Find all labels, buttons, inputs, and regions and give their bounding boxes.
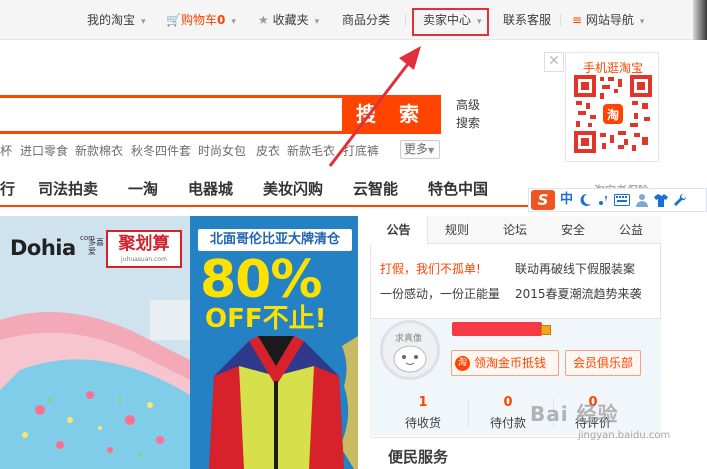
my-taobao-menu[interactable]: 我的淘宝 ▾ bbox=[87, 13, 146, 29]
nav-item-china-specialty[interactable]: 特色中国 bbox=[428, 178, 488, 199]
highlight-box bbox=[412, 8, 489, 36]
divider bbox=[405, 14, 406, 26]
juhuasuan-name: 聚划算 bbox=[118, 234, 170, 254]
service-section: 便民服务 bbox=[370, 437, 661, 469]
hot-word-link[interactable]: 时尚女包 bbox=[198, 142, 246, 159]
cart-count: 0 bbox=[216, 13, 226, 27]
more-button[interactable]: 更多▼ bbox=[400, 140, 440, 159]
hot-word-link[interactable]: 秋冬四件套 bbox=[131, 142, 191, 159]
juhuasuan-url: juhuasuan.com bbox=[121, 256, 167, 263]
discount-percent: 80% bbox=[200, 250, 322, 310]
brand-logo: Dohia bbox=[10, 236, 76, 260]
watermark-url: jingyan.baidu.com bbox=[578, 430, 671, 441]
customer-service-link[interactable]: 联系客服 bbox=[503, 13, 551, 27]
tab-security[interactable]: 安全 bbox=[544, 216, 602, 244]
avatar[interactable]: 求真像 bbox=[380, 320, 440, 380]
qr-code-image: 淘 bbox=[574, 75, 652, 153]
avatar-face-icon bbox=[393, 345, 427, 373]
star-icon: ★ bbox=[258, 13, 269, 27]
chevron-down-icon: ▼ bbox=[428, 146, 435, 155]
stat-label[interactable]: 待收货 bbox=[393, 414, 453, 431]
ime-toolbar: S 中 bbox=[528, 188, 707, 212]
chevron-down-icon: ▾ bbox=[639, 17, 645, 27]
notice-tabs: 公告 规则 论坛 安全 公益 bbox=[370, 216, 661, 245]
list-icon: ≡ bbox=[572, 13, 583, 27]
tab-announcement[interactable]: 公告 bbox=[370, 216, 428, 245]
nav-item[interactable]: 行 bbox=[0, 178, 15, 199]
chevron-down-icon: ▾ bbox=[141, 17, 146, 27]
categories-link[interactable]: 商品分类 bbox=[342, 13, 390, 27]
hot-word-link[interactable]: 杯 bbox=[0, 142, 12, 159]
qr-panel: 手机逛淘宝 淘 bbox=[565, 52, 659, 162]
brand-tag: 多喜爱 bbox=[88, 238, 104, 256]
user-icon[interactable] bbox=[635, 193, 649, 207]
site-nav-label: 网站导航 bbox=[585, 13, 634, 27]
news-link[interactable]: 联动再破线下假服装案 bbox=[515, 260, 635, 277]
language-toggle[interactable]: 中 bbox=[560, 190, 573, 210]
coin-icon: 淘 bbox=[455, 356, 470, 371]
shirt-icon[interactable] bbox=[654, 193, 669, 207]
keyboard-icon[interactable] bbox=[614, 194, 631, 206]
favorites-menu[interactable]: ★ 收藏夹 ▾ bbox=[258, 13, 319, 29]
close-icon[interactable]: ✕ bbox=[544, 52, 564, 72]
bedding-photo bbox=[0, 300, 190, 469]
sogou-logo-icon[interactable]: S bbox=[531, 190, 555, 210]
my-taobao-label: 我的淘宝 bbox=[87, 13, 136, 27]
window-edge bbox=[693, 0, 707, 40]
vip-badge-icon bbox=[541, 325, 551, 335]
cart-label: 购物车 bbox=[180, 13, 217, 27]
nav-item-cloud[interactable]: 云智能 bbox=[353, 178, 398, 199]
search-input[interactable] bbox=[0, 95, 342, 134]
news-link[interactable]: 打假，我们不孤单! bbox=[380, 260, 481, 277]
tab-charity[interactable]: 公益 bbox=[602, 216, 660, 244]
advanced-search-link[interactable]: 高级搜索 bbox=[456, 96, 486, 132]
tab-forum[interactable]: 论坛 bbox=[486, 216, 544, 244]
nav-item-judicial-auction[interactable]: 司法拍卖 bbox=[38, 178, 98, 199]
wrench-icon[interactable] bbox=[673, 193, 687, 207]
nav-item-appliance[interactable]: 电器城 bbox=[188, 178, 233, 199]
member-club-button[interactable]: 会员俱乐部 bbox=[565, 350, 641, 376]
qr-title: 手机逛淘宝 bbox=[582, 61, 643, 75]
discount-off-text: OFF不止! bbox=[205, 304, 327, 334]
search-button[interactable]: 搜 索 bbox=[342, 95, 441, 134]
stat-count[interactable]: 1 bbox=[398, 395, 448, 410]
hot-word-link[interactable]: 进口零食 bbox=[20, 142, 68, 159]
taobao-homepage: 我的淘宝 ▾ 🛒购物车0 ▾ ★ 收藏夹 ▾ 商品分类 卖家中心 ▾ 联系客服 ≡ 网站… bbox=[0, 0, 707, 469]
banner2-title: 北面哥伦比亚大牌清仓 bbox=[198, 229, 352, 251]
hot-word-link[interactable]: 新款毛衣 bbox=[287, 142, 335, 159]
stat-count[interactable]: 0 bbox=[483, 395, 533, 410]
divider bbox=[560, 14, 561, 26]
hot-word-link[interactable]: 新款棉衣 bbox=[75, 142, 123, 159]
site-nav-menu[interactable]: ≡ 网站导航 ▾ bbox=[572, 13, 644, 29]
tab-rules[interactable]: 规则 bbox=[428, 216, 486, 244]
hot-word-link[interactable]: 皮衣 bbox=[256, 142, 280, 159]
more-label: 更多 bbox=[404, 142, 429, 156]
news-link[interactable]: 一份感动，一份正能量 bbox=[380, 285, 500, 302]
nav-item-beauty[interactable]: 美妆闪购 bbox=[263, 178, 323, 199]
watermark-text: Bai 经验 bbox=[530, 402, 619, 426]
moon-icon[interactable] bbox=[578, 193, 592, 207]
jacket-photo bbox=[194, 336, 358, 469]
favorites-label: 收藏夹 bbox=[272, 13, 309, 27]
divider bbox=[468, 398, 469, 428]
chevron-down-icon: ▾ bbox=[314, 17, 320, 27]
service-title: 便民服务 bbox=[388, 448, 449, 466]
juhuasuan-logo: 聚划算 juhuasuan.com bbox=[106, 230, 182, 268]
news-link[interactable]: 2015春夏潮流趋势来袭 bbox=[515, 285, 642, 302]
spacer bbox=[358, 216, 370, 469]
punctuation-icon[interactable] bbox=[597, 193, 609, 207]
cart-link[interactable]: 🛒购物车0 ▾ bbox=[166, 13, 236, 29]
taobao-logo-icon: 淘 bbox=[606, 108, 619, 122]
cart-icon: 🛒 bbox=[166, 13, 181, 27]
username-redacted[interactable] bbox=[452, 322, 542, 336]
hot-word-link[interactable]: 打底裤 bbox=[343, 142, 379, 159]
nav-item-etao[interactable]: 一淘 bbox=[128, 178, 158, 199]
chevron-down-icon: ▾ bbox=[231, 17, 236, 27]
stat-label[interactable]: 待付款 bbox=[478, 414, 538, 431]
